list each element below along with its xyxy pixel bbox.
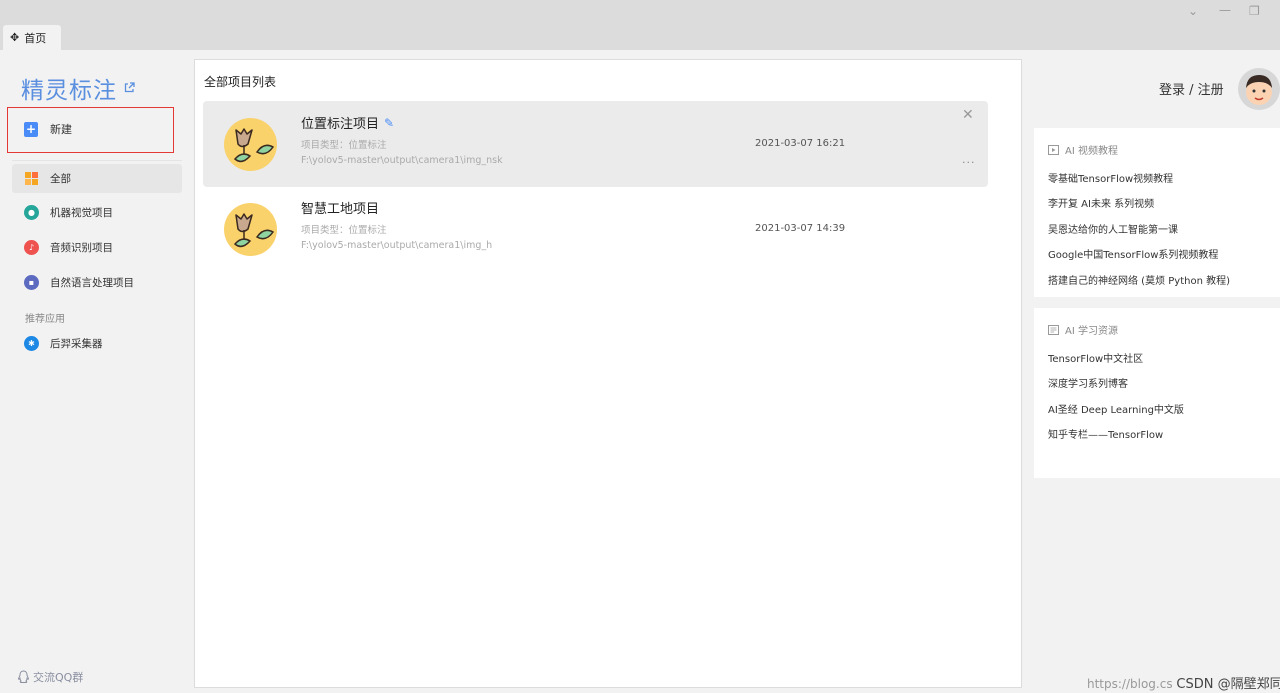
sidebar-item-label: 后羿采集器 [50, 338, 103, 350]
project-card[interactable]: 智慧工地项目 项目类型：位置标注 F:\yolov5-master\output… [203, 186, 988, 272]
project-list-panel: 全部项目列表 位置标注项目 ✎ 项目类型：位置标注 F:\yolov5-mast… [194, 59, 1022, 688]
close-icon[interactable]: ✕ [962, 107, 974, 123]
card-title-text: AI 视频教程 [1065, 146, 1118, 157]
video-link[interactable]: 李开复 AI未来 系列视频 [1048, 195, 1154, 210]
learning-resource-card: AI 学习资源 TensorFlow中文社区 深度学习系列博客 AI圣经 Dee… [1034, 308, 1280, 478]
card-title-text: AI 学习资源 [1065, 326, 1118, 337]
text-icon: ▪ [24, 275, 39, 290]
project-plant-icon [233, 128, 275, 163]
chevron-down-icon[interactable]: ⌄ [1188, 4, 1198, 18]
project-path: F:\yolov5-master\output\camera1\img_h [301, 240, 493, 251]
project-date: 2021-03-07 14:39 [755, 223, 846, 234]
sidebar-item-label: 机器视觉项目 [50, 207, 113, 219]
edit-icon[interactable]: ✎ [384, 116, 394, 130]
sidebar-item-label: 自然语言处理项目 [50, 277, 134, 289]
more-icon[interactable]: ··· [962, 156, 976, 169]
new-button-label: 新建 [50, 123, 72, 136]
video-link[interactable]: 搭建自己的神经网络 (莫烦 Python 教程) [1048, 272, 1230, 287]
project-avatar [224, 203, 277, 256]
project-type: 项目类型：位置标注 [301, 140, 387, 151]
tab-home[interactable]: ✥ 首页 [3, 25, 61, 50]
new-button[interactable]: + 新建 [24, 121, 72, 137]
user-avatar-icon [1246, 75, 1272, 105]
resource-link[interactable]: 深度学习系列博客 [1048, 375, 1128, 390]
project-type: 项目类型：位置标注 [301, 225, 387, 236]
grid-icon [25, 172, 38, 185]
qq-icon [17, 670, 30, 683]
qq-group-label: 交流QQ群 [33, 671, 84, 684]
eye-icon: ● [24, 205, 39, 220]
card-title: AI 学习资源 [1048, 322, 1118, 337]
video-tutorial-card: AI 视频教程 零基础TensorFlow视频教程 李开复 AI未来 系列视频 … [1034, 128, 1280, 297]
video-link[interactable]: 零基础TensorFlow视频教程 [1048, 170, 1173, 185]
project-name-text: 智慧工地项目 [301, 202, 380, 217]
project-card[interactable]: 位置标注项目 ✎ 项目类型：位置标注 F:\yolov5-master\outp… [203, 101, 988, 187]
login-register-link[interactable]: 登录 / 注册 [1159, 79, 1224, 98]
brand-title: 精灵标注 [21, 78, 117, 104]
external-link-icon[interactable] [124, 82, 135, 93]
crawler-icon: ✱ [24, 336, 39, 351]
sidebar-item-audio[interactable]: ♪ 音频识别项目 [12, 233, 182, 262]
project-name[interactable]: 位置标注项目 ✎ [301, 113, 394, 133]
book-icon [1048, 324, 1059, 335]
card-title: AI 视频教程 [1048, 142, 1118, 157]
video-link[interactable]: Google中国TensorFlow系列视频教程 [1048, 246, 1218, 261]
qq-group-link[interactable]: 交流QQ群 [17, 669, 83, 685]
project-avatar [224, 118, 277, 171]
sidebar-item-houyi[interactable]: ✱ 后羿采集器 [12, 329, 182, 358]
sidebar: 精灵标注 + 新建 全部 ● 机器视觉项目 ♪ 音频识别项目 ▪ 自然语言处理项… [0, 50, 194, 693]
divider [12, 160, 182, 161]
sidebar-item-nlp[interactable]: ▪ 自然语言处理项目 [12, 268, 182, 297]
audio-icon: ♪ [24, 240, 39, 255]
new-file-icon: + [24, 121, 38, 137]
sidebar-item-vision[interactable]: ● 机器视觉项目 [12, 198, 182, 227]
avatar[interactable] [1238, 68, 1280, 110]
project-date: 2021-03-07 16:21 [755, 138, 846, 149]
project-name[interactable]: 智慧工地项目 [301, 198, 379, 217]
project-name-text: 位置标注项目 [301, 117, 380, 132]
minimize-icon[interactable]: — [1219, 3, 1231, 17]
tab-home-label: 首页 [24, 31, 47, 45]
recommended-section-label: 推荐应用 [25, 314, 65, 325]
video-icon [1048, 144, 1059, 155]
page-title: 全部项目列表 [204, 75, 277, 89]
title-bar: ✥ 首页 ⌄ — ❐ [0, 0, 1280, 50]
watermark-brand: CSDN @隔壁郑同学 [1176, 677, 1280, 692]
restore-icon[interactable]: ❐ [1249, 4, 1260, 18]
video-link[interactable]: 吴恩达给你的人工智能第一课 [1048, 221, 1178, 236]
home-icon: ✥ [10, 31, 20, 44]
resource-link[interactable]: TensorFlow中文社区 [1048, 350, 1143, 365]
sidebar-item-all[interactable]: 全部 [12, 164, 182, 193]
resource-link[interactable]: 知乎专栏——TensorFlow [1048, 426, 1163, 441]
sidebar-item-label: 音频识别项目 [50, 242, 113, 254]
project-plant-icon [233, 213, 275, 248]
watermark-url: https://blog.cs [1087, 677, 1173, 691]
project-path: F:\yolov5-master\output\camera1\img_nsk [301, 155, 503, 166]
resource-link[interactable]: AI圣经 Deep Learning中文版 [1048, 401, 1184, 416]
sidebar-item-label: 全部 [50, 173, 71, 185]
watermark: https://blog.cs CSDN @隔壁郑同学 [1087, 673, 1280, 692]
